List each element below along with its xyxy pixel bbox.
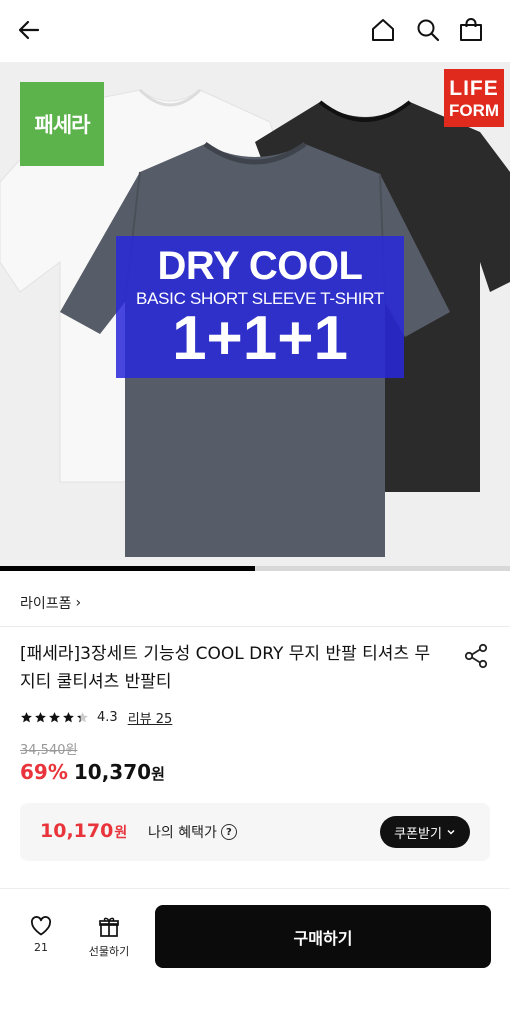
carousel-progress-bar <box>0 566 510 571</box>
star-icon <box>35 712 46 723</box>
gift-icon <box>99 917 119 937</box>
badge-line-1: LIFE <box>449 76 499 100</box>
benefit-price-unit: 원 <box>114 825 128 841</box>
search-icon[interactable] <box>413 15 443 45</box>
gift-label: 선물하기 <box>88 945 130 958</box>
discount-rate: 69% <box>20 760 68 784</box>
coupon-label: 쿠폰받기 <box>394 826 442 842</box>
promo-offer: 1+1+1 <box>172 304 348 373</box>
wishlist-button[interactable]: 21 <box>20 916 62 962</box>
sale-price-value: 10,370 <box>73 760 152 784</box>
sale-price: 10,370원 <box>74 760 165 784</box>
review-link[interactable]: 리뷰 25 <box>128 708 173 727</box>
product-title: [패세라]3장세트 기능성 COOL DRY 무지 반팔 티셔츠 무지티 쿨티셔… <box>20 644 431 692</box>
original-price: 34,540원 <box>20 743 78 758</box>
shopping-bag-icon[interactable] <box>456 15 486 45</box>
carousel-progress-fill <box>0 566 255 571</box>
help-icon[interactable]: ? <box>220 824 237 840</box>
benefit-label: 나의 혜택가 <box>148 825 217 841</box>
star-rating <box>20 711 89 724</box>
badge-line-2: FORM <box>448 100 500 120</box>
divider <box>0 888 510 889</box>
share-icon[interactable] <box>462 642 490 670</box>
rating-value: 4.3 <box>97 710 118 725</box>
divider <box>0 626 510 627</box>
lifeform-badge: LIFE FORM <box>444 69 504 127</box>
gift-button[interactable]: 선물하기 <box>82 916 136 962</box>
chevron-right-icon: › <box>75 595 82 611</box>
buy-button[interactable]: 구매하기 <box>155 905 491 968</box>
arrow-left-icon[interactable] <box>14 15 44 45</box>
chevron-down-icon <box>447 829 455 835</box>
star-icon <box>77 712 88 723</box>
star-icon <box>21 712 32 723</box>
price-row: 69% 10,370원 <box>20 760 165 784</box>
promo-title: DRY COOL <box>157 244 363 288</box>
star-icon <box>49 712 60 723</box>
store-name: 라이프폼 <box>20 596 72 612</box>
home-icon[interactable] <box>368 15 398 45</box>
benefit-price-value: 10,170 <box>40 820 114 842</box>
benefit-box: 10,170원 나의 혜택가 ? 쿠폰받기 <box>20 803 490 861</box>
wishlist-count: 21 <box>34 941 48 954</box>
sale-price-unit: 원 <box>151 765 165 783</box>
benefit-price: 10,170원 <box>40 820 127 842</box>
rating-row: 4.3 리뷰 25 <box>20 708 172 727</box>
product-image-carousel[interactable]: 패세라 LIFE FORM DRY COOL BASIC SHORT SLEEV… <box>0 62 510 568</box>
store-link[interactable]: 라이프폼 › <box>20 593 81 613</box>
top-bar <box>0 0 510 62</box>
heart-icon <box>30 916 52 936</box>
brand-logo: 패세라 <box>20 82 104 166</box>
promo-banner: DRY COOL BASIC SHORT SLEEVE T-SHIRT 1+1+… <box>116 236 404 378</box>
brand-logo-text: 패세라 <box>34 113 91 137</box>
benefit-label-group: 나의 혜택가 ? <box>148 822 237 842</box>
coupon-button[interactable]: 쿠폰받기 <box>380 816 470 848</box>
star-icon <box>63 712 74 723</box>
